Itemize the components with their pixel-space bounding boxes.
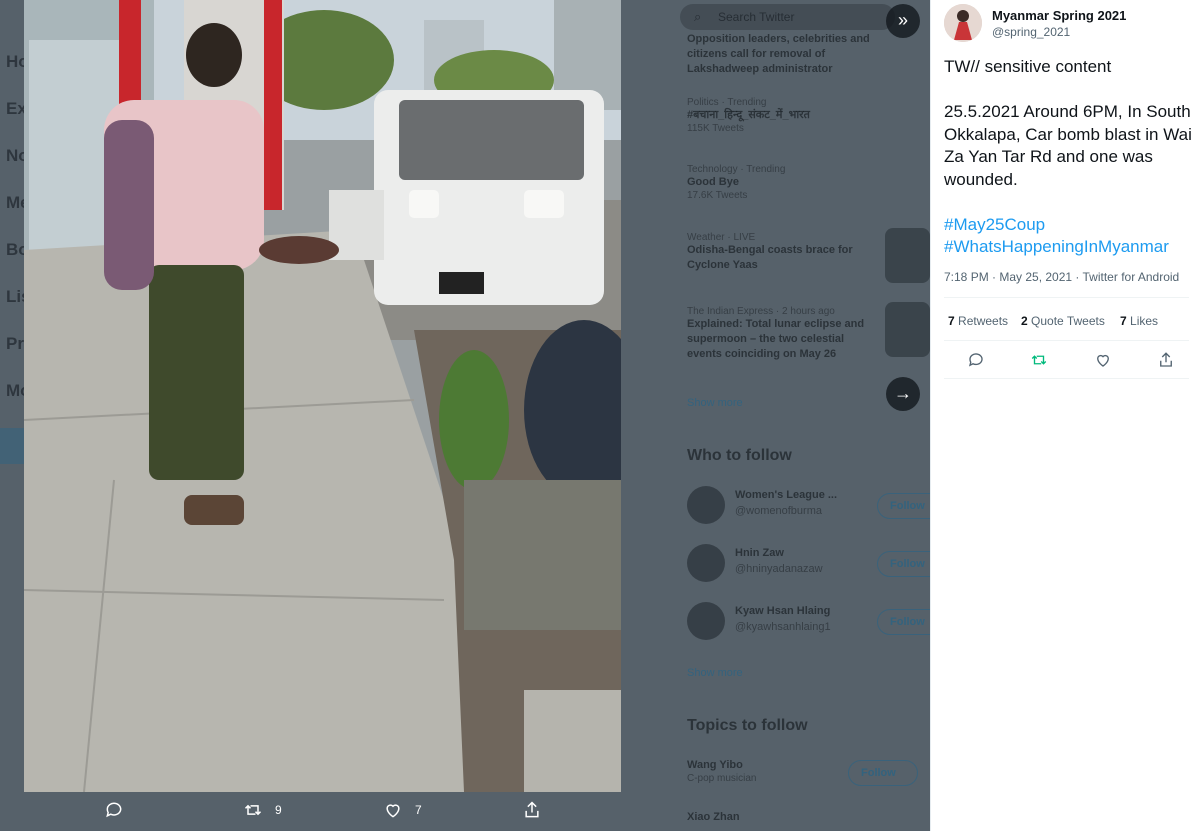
like-icon bbox=[386, 804, 400, 818]
share-icon bbox=[525, 801, 539, 818]
reply-icon bbox=[106, 802, 122, 818]
avatar[interactable] bbox=[944, 4, 982, 42]
trend-item: Weather · LIVE Odisha-Bengal coasts brac… bbox=[687, 232, 853, 271]
share-icon[interactable] bbox=[1157, 351, 1175, 369]
trend-thumbnail bbox=[885, 302, 930, 357]
quote-tweets-stat[interactable]: 2 Quote Tweets bbox=[1021, 314, 1105, 328]
tweet-detail-panel: Myanmar Spring 2021 @spring_2021 TW// se… bbox=[930, 0, 1200, 831]
like-button[interactable]: 7 bbox=[383, 800, 422, 820]
avatar bbox=[687, 544, 725, 582]
reply-icon[interactable] bbox=[967, 351, 985, 369]
next-image-button[interactable]: → bbox=[886, 377, 920, 411]
tweet-actions bbox=[944, 341, 1189, 379]
who-to-follow-item: Women's League ... @womenofburma Follow bbox=[687, 486, 930, 526]
trend-item: Opposition leaders, celebrities and citi… bbox=[687, 33, 870, 75]
nav-profile: Pr bbox=[6, 334, 24, 353]
likes-stat[interactable]: 7 Likes bbox=[1120, 314, 1158, 328]
tweet-body: 25.5.2021 Around 6PM, In South Okkalapa,… bbox=[944, 102, 1192, 189]
expand-icon: » bbox=[897, 10, 908, 30]
retweet-icon[interactable] bbox=[1030, 351, 1048, 369]
follow-button: Follow bbox=[877, 493, 930, 519]
trend-thumbnail bbox=[885, 228, 930, 283]
who-to-follow-title: Who to follow bbox=[687, 447, 792, 464]
show-more-link: Show more bbox=[687, 397, 743, 409]
like-icon[interactable] bbox=[1094, 351, 1112, 369]
hashtag-link[interactable]: #May25Coup bbox=[944, 214, 1196, 237]
retweet-count: 9 bbox=[275, 803, 282, 817]
hashtag-link[interactable]: #WhatsHappeningInMyanmar bbox=[944, 236, 1196, 259]
search-placeholder: Search Twitter bbox=[718, 10, 795, 24]
who-to-follow-item: Kyaw Hsan Hlaing @kyawhsanhlaing1 Follow bbox=[687, 602, 930, 642]
show-more-link: Show more bbox=[687, 667, 743, 679]
trend-item: Technology · Trending Good Bye 17.6K Twe… bbox=[687, 164, 786, 201]
avatar-image bbox=[944, 4, 982, 42]
retweets-stat[interactable]: 7 Retweets bbox=[948, 314, 1008, 328]
tweet-photo bbox=[24, 0, 621, 792]
who-to-follow-item: Hnin Zaw @hninyadanazaw Follow bbox=[687, 544, 930, 584]
trend-item: The Indian Express · 2 hours ago Explain… bbox=[687, 306, 865, 360]
avatar bbox=[687, 486, 725, 524]
tweet-button-ghost bbox=[0, 428, 24, 464]
photo-illustration bbox=[24, 0, 621, 792]
retweet-button[interactable]: 9 bbox=[243, 800, 282, 820]
tweet-stats: 7 Retweets 2 Quote Tweets 7 Likes bbox=[944, 297, 1189, 341]
topic-follow-button: Follow bbox=[848, 760, 918, 786]
avatar bbox=[687, 602, 725, 640]
retweet-icon bbox=[244, 804, 262, 816]
tweet-author[interactable]: Myanmar Spring 2021 @spring_2021 bbox=[944, 4, 1194, 44]
search-icon: ⌕ bbox=[694, 9, 702, 24]
media-action-bar: 9 7 bbox=[0, 792, 930, 831]
trend-item: Politics · Trending #बचाना_हिन्दू_संकट_म… bbox=[687, 97, 810, 134]
tweet-warning-line: TW// sensitive content bbox=[944, 57, 1112, 76]
tweet-text: TW// sensitive content 25.5.2021 Around … bbox=[944, 56, 1196, 259]
reply-button[interactable] bbox=[104, 800, 124, 820]
arrow-right-icon: → bbox=[894, 383, 912, 403]
like-count: 7 bbox=[415, 803, 422, 817]
follow-button: Follow bbox=[877, 609, 930, 635]
author-handle[interactable]: @spring_2021 bbox=[992, 25, 1070, 39]
collapse-panel-button[interactable]: » bbox=[886, 4, 920, 38]
tweet-timestamp[interactable]: 7:18 PM · May 25, 2021 · Twitter for And… bbox=[944, 270, 1179, 284]
author-name[interactable]: Myanmar Spring 2021 bbox=[992, 8, 1126, 23]
follow-button: Follow bbox=[877, 551, 930, 577]
topics-title: Topics to follow bbox=[687, 717, 808, 734]
search-input: ⌕ Search Twitter bbox=[680, 4, 895, 30]
share-button[interactable] bbox=[522, 800, 542, 820]
